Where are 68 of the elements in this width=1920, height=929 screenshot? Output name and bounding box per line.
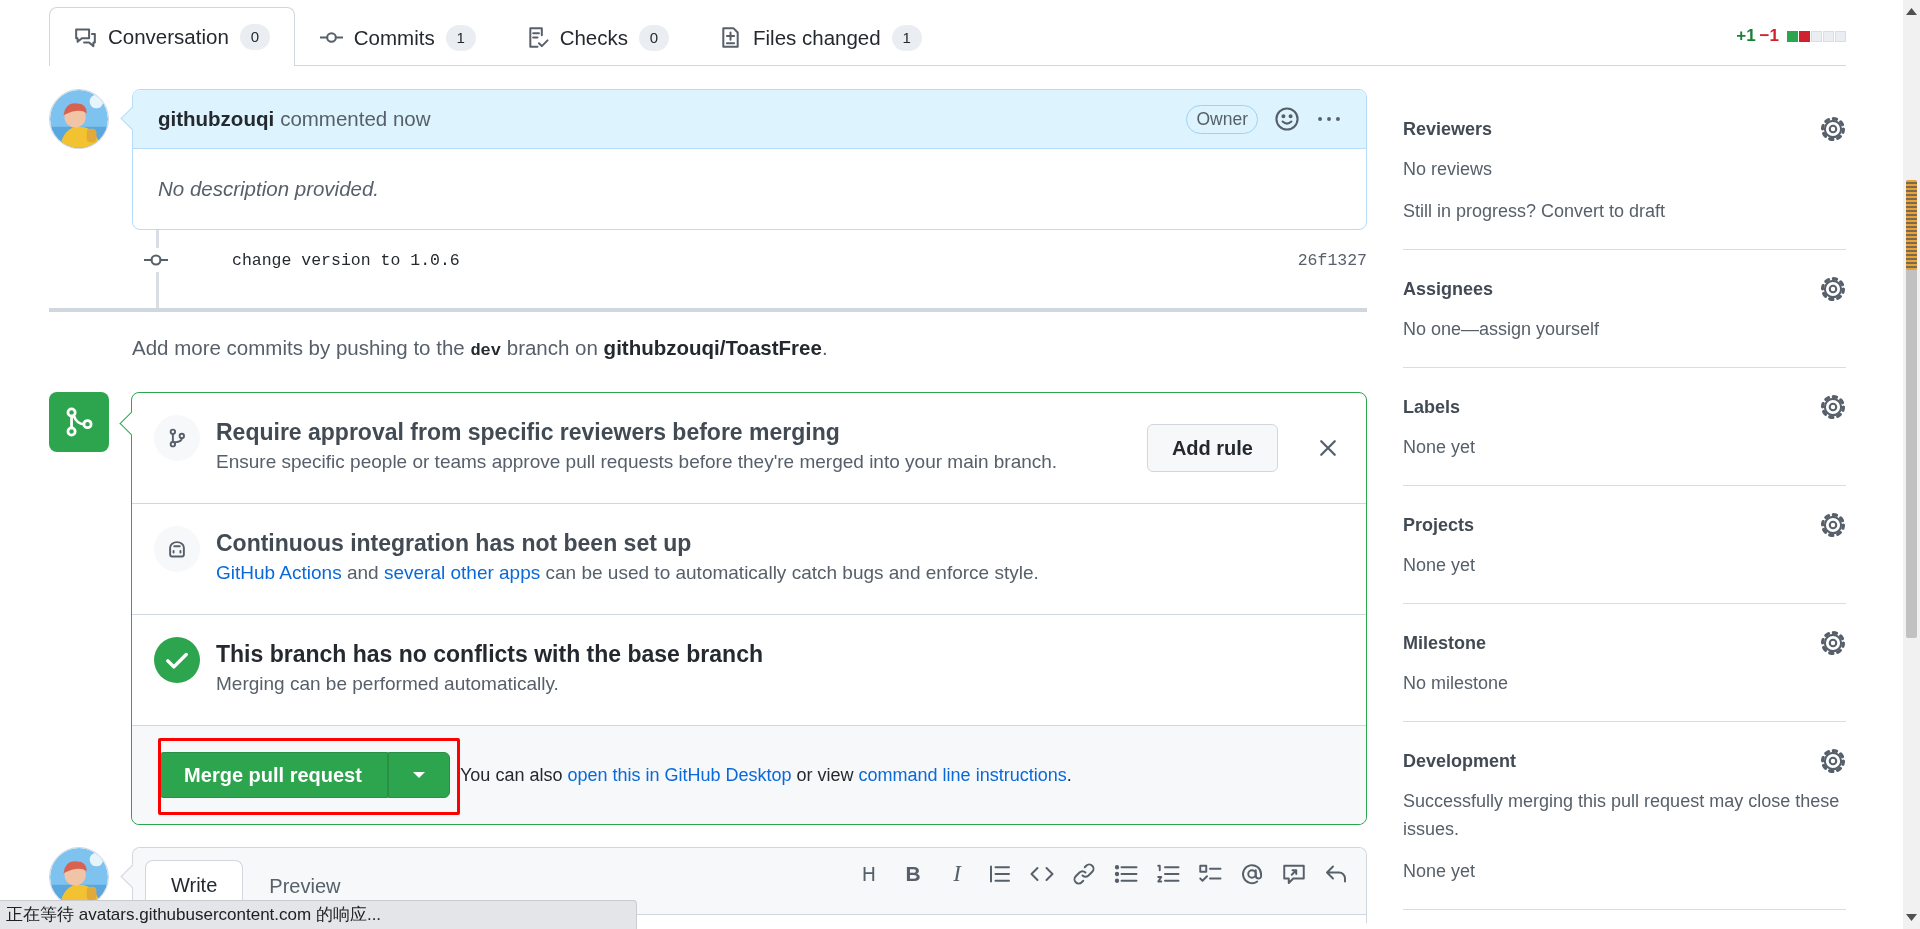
italic-tool[interactable]: I (944, 861, 970, 887)
count-badge: 1 (891, 24, 922, 51)
settings-icon[interactable] (1820, 748, 1846, 774)
diffstat-bar (1787, 30, 1846, 42)
link-icon[interactable] (1072, 862, 1096, 886)
settings-icon[interactable] (1820, 276, 1846, 302)
author-name[interactable]: githubzouqi (158, 107, 275, 131)
sidebar-value: No reviews (1403, 158, 1494, 181)
link[interactable]: several other apps (383, 562, 541, 583)
count-badge: 1 (445, 24, 476, 51)
bulleted-list-icon[interactable] (1114, 862, 1138, 886)
link[interactable]: open this in GitHub Desktop (567, 764, 792, 785)
settings-icon[interactable] (1820, 394, 1846, 420)
scroll-up-icon[interactable] (1906, 8, 1917, 15)
push-hint: Add more commits by pushing to the dev branch on githubzouqi/ToastFree. (132, 336, 829, 360)
sidebar-value: None yet (1403, 860, 1477, 883)
settings-icon[interactable] (1820, 116, 1846, 142)
check-title: This branch has no conflicts with the base branch (216, 641, 764, 668)
commit-message[interactable]: change version to 1.0.6 (232, 250, 460, 270)
check-title: Require approval from specific reviewers before merging (216, 419, 841, 446)
robot-icon (154, 526, 200, 572)
link[interactable]: command line instructions (858, 764, 1067, 785)
tab[interactable]: Files changed 1 (694, 8, 947, 66)
smiley-icon[interactable] (1274, 106, 1300, 132)
check-description: Ensure specific people or teams approve pull requests before they're merged into your main branch. (216, 451, 1059, 473)
tab[interactable]: Checks 0 (500, 8, 694, 66)
sidebar-heading: Assignees (1403, 278, 1494, 300)
deletions-count: −1 (1759, 26, 1779, 46)
check-description: Merging can be performed automatically. (216, 673, 560, 695)
scroll-down-icon[interactable] (1906, 914, 1917, 921)
check-description: GitHub Actions and several other apps can be used to automatically catch bugs and enforce style. (216, 562, 1040, 584)
tab[interactable]: Commits 1 (294, 8, 501, 66)
caret-icon (412, 771, 426, 779)
sidebar-value: No milestone (1403, 672, 1510, 695)
count-badge: 0 (639, 24, 669, 51)
merge-hint: You can also open this in GitHub Desktop or view command line instructions. (460, 764, 1072, 786)
bold-tool[interactable]: B (900, 861, 926, 887)
scrollbar-thumb[interactable] (1906, 180, 1917, 638)
mention-icon[interactable] (1240, 862, 1264, 886)
sidebar-heading: Development (1403, 750, 1517, 772)
additions-count: +1 (1736, 26, 1756, 46)
settings-icon[interactable] (1820, 512, 1846, 538)
link[interactable]: GitHub Actions (216, 562, 342, 583)
heading-tool[interactable]: H (856, 861, 882, 887)
comment-body: No description provided. (157, 176, 381, 202)
cross-reference-icon[interactable] (1282, 862, 1306, 886)
sidebar-value: None yet (1403, 436, 1477, 459)
comment-time: commented now (280, 107, 431, 131)
sidebar-heading: Milestone (1403, 632, 1486, 654)
commit-hash[interactable]: 26f1327 (1297, 250, 1367, 270)
sidebar-heading: Reviewers (1403, 118, 1493, 140)
branch-icon (154, 415, 200, 461)
sidebar-value: None yet (1403, 554, 1477, 577)
sidebar-heading: Projects (1403, 514, 1475, 536)
sidebar-value: Still in progress? Convert to draft (1403, 200, 1667, 223)
merge-button[interactable]: Merge pull request (158, 752, 388, 798)
status-toast: 正在等待 avatars.githubusercontent.com 的响应... (0, 900, 637, 929)
file-diff-icon (719, 26, 742, 49)
check-icon (154, 637, 200, 683)
sidebar-value: No one—assign yourself (1403, 318, 1601, 341)
tab[interactable]: Conversation 0 (49, 7, 295, 66)
merge-icon (49, 392, 109, 452)
check-title: Continuous integration has not been set up (216, 530, 693, 557)
sidebar-heading: Labels (1403, 396, 1461, 418)
count-badge: 0 (239, 24, 270, 50)
sidebar-value: Successfully merging this pull request may close these issues. (1403, 790, 1841, 841)
settings-icon[interactable] (1820, 630, 1846, 656)
add-rule-button[interactable]: Add rule (1146, 424, 1278, 472)
